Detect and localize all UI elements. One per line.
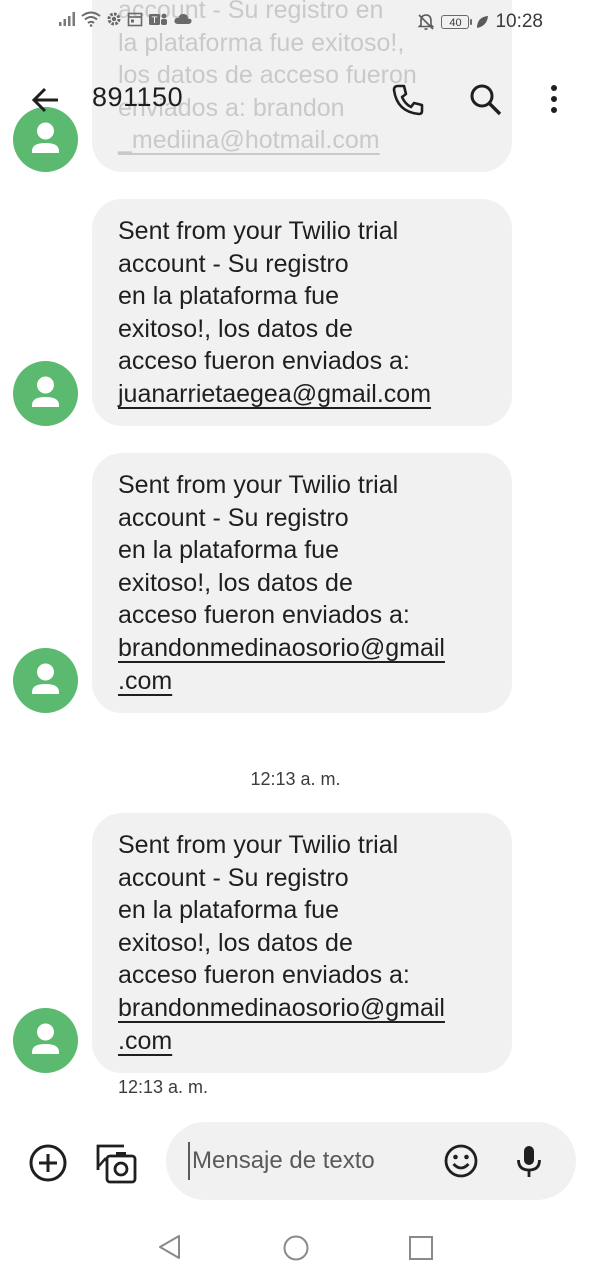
battery-indicator: 40 bbox=[441, 15, 473, 29]
contact-avatar[interactable] bbox=[13, 648, 78, 713]
message-input[interactable] bbox=[188, 1142, 432, 1180]
back-button[interactable] bbox=[26, 80, 66, 120]
message-bubble[interactable]: Sent from your Twilio trial account - Su… bbox=[92, 199, 512, 426]
message-text: account - Su registro bbox=[118, 503, 349, 532]
attach-button[interactable] bbox=[26, 1141, 70, 1185]
email-link[interactable]: juanarrietaegea@gmail.com bbox=[118, 378, 486, 411]
status-bar: T 40 10:28 bbox=[0, 0, 591, 46]
message-text: Sent from your Twilio trial bbox=[118, 217, 399, 245]
status-icons-right: 40 10:28 bbox=[417, 11, 543, 33]
calendar-icon bbox=[127, 12, 143, 27]
nav-back-button[interactable] bbox=[155, 1232, 185, 1262]
mic-icon bbox=[517, 1146, 541, 1177]
app-bar: 891150 bbox=[0, 56, 591, 142]
search-button[interactable] bbox=[466, 80, 506, 120]
contact-avatar[interactable] bbox=[13, 1008, 78, 1073]
arrow-left-icon bbox=[31, 87, 58, 113]
nav-recents-button[interactable] bbox=[407, 1234, 435, 1262]
circle-home-icon bbox=[283, 1235, 309, 1261]
message-timestamp: 12:13 a. m. bbox=[118, 1077, 209, 1097]
person-icon bbox=[32, 376, 59, 407]
email-link[interactable]: brandonmedinaosorio@gmail bbox=[118, 632, 486, 665]
leaf-icon bbox=[477, 16, 489, 28]
message-bubble[interactable]: Sent from your Twilio trial account - Su… bbox=[92, 813, 512, 1073]
more-vert-icon bbox=[551, 85, 557, 113]
add-circle-icon bbox=[29, 1144, 67, 1182]
teams-icon: T bbox=[149, 13, 167, 26]
emoji-icon bbox=[444, 1144, 478, 1178]
compose-bar bbox=[166, 1122, 576, 1200]
status-icons-left: T bbox=[58, 11, 193, 27]
contact-avatar[interactable] bbox=[13, 361, 78, 426]
square-recents-icon bbox=[409, 1236, 433, 1260]
email-link[interactable]: .com bbox=[118, 665, 486, 698]
nav-home-button[interactable] bbox=[281, 1233, 311, 1263]
message-text: acceso fueron enviados a: bbox=[118, 347, 410, 376]
message-bubble[interactable]: Sent from your Twilio trial account - Su… bbox=[92, 453, 512, 713]
date-divider: 12:13 a. m. bbox=[250, 769, 341, 789]
message-text: en la plataforma fue bbox=[118, 282, 339, 311]
email-link[interactable]: .com bbox=[118, 1025, 486, 1058]
gallery-icon bbox=[96, 1144, 137, 1184]
cloud-icon bbox=[174, 13, 192, 24]
more-options-button[interactable] bbox=[534, 80, 574, 120]
message-text: account - Su registro bbox=[118, 249, 349, 278]
person-icon bbox=[32, 1023, 59, 1054]
message-text: en la plataforma fue bbox=[118, 536, 339, 565]
message-text: exitoso!, los datos de bbox=[118, 568, 353, 597]
svg-text:T: T bbox=[151, 16, 158, 26]
notifications-off-icon bbox=[418, 14, 435, 30]
email-link[interactable]: brandonmedinaosorio@gmail bbox=[118, 992, 486, 1025]
message-text: Sent from your Twilio trial bbox=[118, 831, 399, 859]
message-text: account - Su registro bbox=[118, 863, 349, 892]
status-time: 10:28 bbox=[495, 11, 543, 32]
gallery-button[interactable] bbox=[94, 1140, 140, 1186]
settings-icon bbox=[107, 12, 121, 26]
signal-icon bbox=[59, 12, 75, 26]
voice-button[interactable] bbox=[510, 1142, 548, 1180]
message-text: Sent from your Twilio trial bbox=[118, 471, 399, 499]
wifi-icon bbox=[81, 11, 101, 27]
person-icon bbox=[32, 663, 59, 694]
contact-title: 891150 bbox=[92, 82, 184, 112]
call-button[interactable] bbox=[388, 80, 428, 120]
triangle-back-icon bbox=[159, 1235, 180, 1259]
search-icon bbox=[470, 84, 502, 116]
message-text: acceso fueron enviados a: bbox=[118, 601, 410, 630]
conversation-screen: account - Su registro en la plataforma f… bbox=[0, 0, 591, 1280]
emoji-button[interactable] bbox=[442, 1142, 480, 1180]
message-text: en la plataforma fue bbox=[118, 896, 339, 925]
message-text: exitoso!, los datos de bbox=[118, 314, 353, 343]
message-text: exitoso!, los datos de bbox=[118, 928, 353, 957]
phone-icon bbox=[392, 84, 424, 116]
message-text: acceso fueron enviados a: bbox=[118, 961, 410, 990]
